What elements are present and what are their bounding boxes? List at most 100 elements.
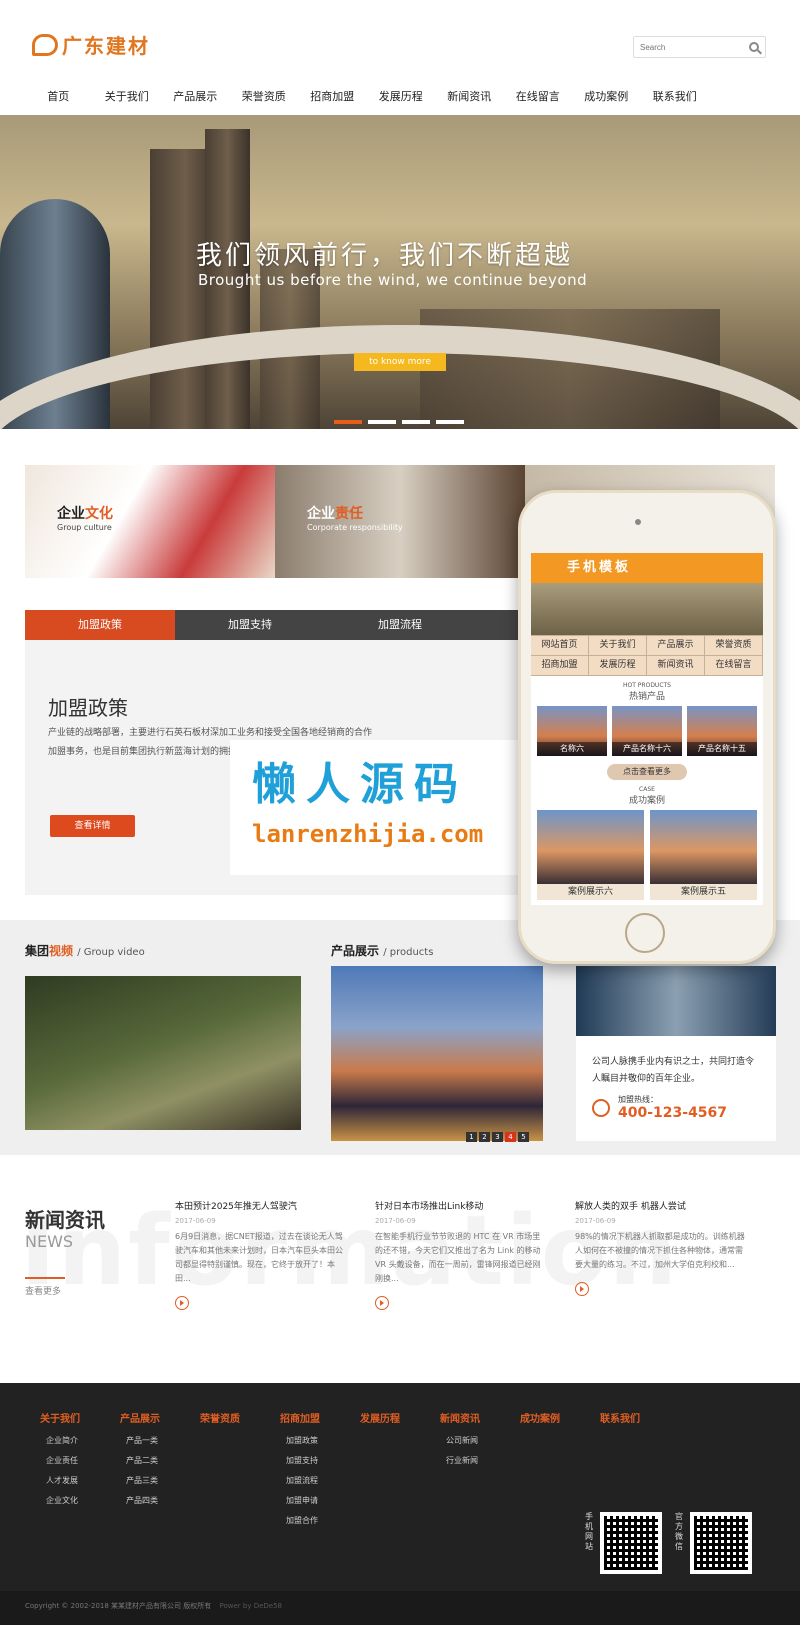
phone-menu-item[interactable]: 关于我们 bbox=[589, 636, 647, 656]
footer-heading[interactable]: 联系我们 bbox=[600, 1410, 676, 1425]
carousel-dot[interactable] bbox=[436, 420, 464, 424]
main-nav: 首页 关于我们 产品展示 荣誉资质 招商加盟 发展历程 新闻资讯 在线留言 成功… bbox=[0, 86, 800, 112]
footer-link[interactable]: 企业文化 bbox=[40, 1491, 116, 1511]
footer-link[interactable]: 行业新闻 bbox=[440, 1451, 516, 1471]
phone-more-button[interactable]: 点击查看更多 bbox=[607, 764, 687, 780]
footer-heading[interactable]: 成功案例 bbox=[520, 1410, 596, 1425]
tab-panel-title: 加盟政策 bbox=[48, 696, 128, 720]
phone-case[interactable]: 案例展示五 bbox=[650, 810, 757, 900]
products-section-heading: 产品展示 / products bbox=[331, 944, 434, 958]
phone-menu-item[interactable]: 产品展示 bbox=[647, 636, 705, 656]
search-icon[interactable] bbox=[749, 42, 759, 52]
carousel-dot[interactable] bbox=[368, 420, 396, 424]
phone-banner bbox=[531, 583, 763, 635]
site-logo[interactable]: 广东建材 bbox=[32, 30, 150, 59]
pager-item[interactable]: 3 bbox=[492, 1132, 503, 1142]
footer-link[interactable]: 企业责任 bbox=[40, 1451, 116, 1471]
tab-support[interactable]: 加盟支持 bbox=[175, 610, 325, 640]
nav-item-honors[interactable]: 荣誉资质 bbox=[230, 86, 299, 112]
news-item-title[interactable]: 针对日本市场推出Link移动 bbox=[375, 1200, 545, 1214]
phone-menu-item[interactable]: 发展历程 bbox=[589, 656, 647, 676]
search-input[interactable] bbox=[640, 42, 740, 52]
footer-link[interactable]: 加盟支持 bbox=[280, 1451, 356, 1471]
nav-item-news[interactable]: 新闻资讯 bbox=[435, 86, 504, 112]
phone-menu-item[interactable]: 网站首页 bbox=[531, 636, 589, 656]
tab-policy[interactable]: 加盟政策 bbox=[25, 610, 175, 646]
tab-process[interactable]: 加盟流程 bbox=[325, 610, 475, 640]
logo-text: 广东建材 bbox=[62, 34, 150, 58]
arrow-right-icon[interactable] bbox=[575, 1282, 589, 1296]
powered-by-text[interactable]: Power by DeDe58 bbox=[220, 1602, 283, 1610]
news-item[interactable]: 针对日本市场推出Link移动 2017-06-09 在智能手机行业节节败退的 H… bbox=[375, 1200, 545, 1310]
search-box[interactable] bbox=[633, 36, 766, 58]
hotline-number[interactable]: 400-123-4567 bbox=[618, 1105, 727, 1121]
footer-heading[interactable]: 发展历程 bbox=[360, 1410, 436, 1425]
footer-heading[interactable]: 荣誉资质 bbox=[200, 1410, 276, 1425]
nav-item-contact[interactable]: 联系我们 bbox=[641, 86, 710, 112]
news-item[interactable]: 解放人类的双手 机器人尝试 2017-06-09 98%的情况下机器人抓取都是成… bbox=[575, 1200, 745, 1296]
nav-item-home[interactable]: 首页 bbox=[24, 86, 93, 112]
responsibility-card[interactable]: 企业责任 Corporate responsibility bbox=[275, 465, 525, 578]
footer-link[interactable]: 产品一类 bbox=[120, 1431, 196, 1451]
carousel-dot[interactable] bbox=[402, 420, 430, 424]
nav-item-about[interactable]: 关于我们 bbox=[93, 86, 162, 112]
news-item[interactable]: 本田预计2025年推无人驾驶汽 2017-06-09 6月9日消息，据CNET报… bbox=[175, 1200, 345, 1310]
arrow-right-icon[interactable] bbox=[375, 1296, 389, 1310]
footer-link[interactable]: 产品二类 bbox=[120, 1451, 196, 1471]
pager-item[interactable]: 1 bbox=[466, 1132, 477, 1142]
footer-heading[interactable]: 招商加盟 bbox=[280, 1410, 356, 1425]
nav-item-history[interactable]: 发展历程 bbox=[367, 86, 436, 112]
footer-column: 发展历程 bbox=[360, 1410, 436, 1431]
video-section-heading: 集团视频 / Group video bbox=[25, 944, 145, 958]
footer-heading[interactable]: 新闻资讯 bbox=[440, 1410, 516, 1425]
footer-link[interactable]: 人才发展 bbox=[40, 1471, 116, 1491]
footer-link[interactable]: 加盟流程 bbox=[280, 1471, 356, 1491]
view-details-button[interactable]: 查看详情 bbox=[50, 815, 135, 837]
pager-item[interactable]: 2 bbox=[479, 1132, 490, 1142]
carousel-dot[interactable] bbox=[334, 420, 362, 424]
footer-link[interactable]: 加盟申请 bbox=[280, 1491, 356, 1511]
copyright-bar: Copyright © 2002-2018 某某建材产品有限公司 版权所有 Po… bbox=[0, 1591, 800, 1625]
contact-card: 公司人脉携手业内有识之士，共同打造令人瞩目并敬仰的百年企业。 加盟热线： 400-… bbox=[576, 966, 776, 1141]
arrow-right-icon[interactable] bbox=[175, 1296, 189, 1310]
nav-item-franchise[interactable]: 招商加盟 bbox=[298, 86, 367, 112]
footer-link[interactable]: 企业简介 bbox=[40, 1431, 116, 1451]
phone-case[interactable]: 案例展示六 bbox=[537, 810, 644, 900]
phone-header: 手机模板 bbox=[531, 553, 763, 583]
footer-column: 荣誉资质 bbox=[200, 1410, 276, 1431]
news-item-title[interactable]: 本田预计2025年推无人驾驶汽 bbox=[175, 1200, 345, 1214]
phone-product[interactable]: 产品名称十五 bbox=[687, 706, 757, 756]
news-more-link[interactable]: 查看更多 bbox=[25, 1284, 61, 1297]
pager-item[interactable]: 5 bbox=[518, 1132, 529, 1142]
phone-menu-item[interactable]: 荣誉资质 bbox=[705, 636, 763, 656]
phone-product[interactable]: 产品名称十六 bbox=[612, 706, 682, 756]
footer-link[interactable]: 加盟合作 bbox=[280, 1511, 356, 1531]
watermark-cn: 懒人源码 bbox=[252, 759, 468, 810]
nav-item-cases[interactable]: 成功案例 bbox=[572, 86, 641, 112]
pager-item[interactable]: 4 bbox=[505, 1132, 516, 1142]
phone-products: 名称六 产品名称十六 产品名称十五 bbox=[531, 702, 763, 760]
qr-label-wechat: 官方微信 bbox=[675, 1512, 683, 1551]
footer-link[interactable]: 公司新闻 bbox=[440, 1431, 516, 1451]
footer-heading[interactable]: 产品展示 bbox=[120, 1410, 196, 1425]
phone-menu-item[interactable]: 招商加盟 bbox=[531, 656, 589, 676]
footer-heading[interactable]: 关于我们 bbox=[40, 1410, 116, 1425]
hotline: 加盟热线： 400-123-4567 bbox=[576, 1088, 776, 1127]
banner-title: 我们领风前行，我们不断超越 bbox=[196, 241, 574, 271]
nav-item-products[interactable]: 产品展示 bbox=[161, 86, 230, 112]
footer-link[interactable]: 产品三类 bbox=[120, 1471, 196, 1491]
know-more-button[interactable]: to know more bbox=[354, 353, 446, 371]
product-image[interactable] bbox=[331, 966, 543, 1141]
nav-item-message[interactable]: 在线留言 bbox=[504, 86, 573, 112]
phone-mockup: 手机模板 网站首页 关于我们 产品展示 荣誉资质 招商加盟 发展历程 新闻资讯 … bbox=[518, 490, 776, 964]
culture-card[interactable]: 企业文化 Group culture bbox=[25, 465, 275, 578]
footer-link[interactable]: 产品四类 bbox=[120, 1491, 196, 1511]
phone-menu-item[interactable]: 在线留言 bbox=[705, 656, 763, 676]
footer-link[interactable]: 加盟政策 bbox=[280, 1431, 356, 1451]
phone-product[interactable]: 名称六 bbox=[537, 706, 607, 756]
news-item-title[interactable]: 解放人类的双手 机器人尝试 bbox=[575, 1200, 745, 1214]
phone-menu-item[interactable]: 新闻资讯 bbox=[647, 656, 705, 676]
phone-screen: 手机模板 网站首页 关于我们 产品展示 荣誉资质 招商加盟 发展历程 新闻资讯 … bbox=[531, 553, 763, 905]
group-video[interactable] bbox=[25, 976, 301, 1130]
news-item-text: 6月9日消息，据CNET报道，过去在谈论无人驾驶汽车和其他未来计划时，日本汽车巨… bbox=[175, 1232, 343, 1283]
